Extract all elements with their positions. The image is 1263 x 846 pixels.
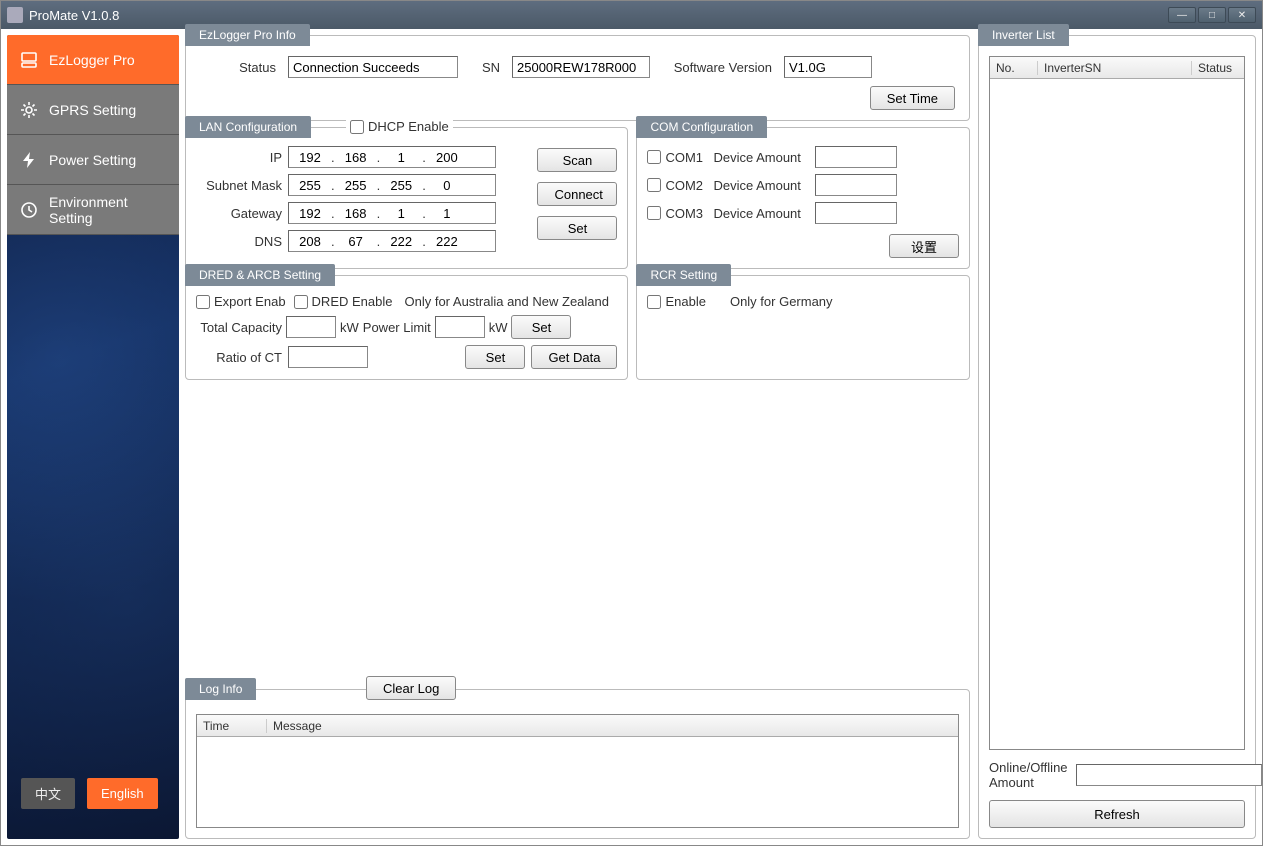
window-title: ProMate V1.0.8: [29, 8, 1168, 23]
inv-col-sn: InverterSN: [1038, 61, 1192, 75]
rcr-note: Only for Germany: [730, 294, 833, 309]
com1-checkbox[interactable]: COM1: [647, 150, 707, 165]
sidebar-item-label: Environment Setting: [49, 194, 167, 226]
dred-group: DRED & ARCB Setting Export Enab DRED Ena…: [185, 275, 628, 380]
rcr-group: RCR Setting Enable Only for Germany: [636, 275, 970, 380]
gateway-label: Gateway: [196, 206, 282, 221]
dhcp-checkbox[interactable]: DHCP Enable: [350, 119, 449, 134]
com2-amount-label: Device Amount: [713, 178, 809, 193]
bolt-icon: [19, 150, 39, 170]
maximize-button[interactable]: □: [1198, 7, 1226, 23]
com1-amount-input[interactable]: [815, 146, 897, 168]
device-icon: [19, 50, 39, 70]
status-field[interactable]: [288, 56, 458, 78]
ip-input[interactable]: ...: [288, 146, 496, 168]
lang-cn-button[interactable]: 中文: [21, 778, 75, 809]
com-set-button[interactable]: 设置: [889, 234, 959, 258]
dred-note: Only for Australia and New Zealand: [404, 294, 609, 309]
clear-log-button[interactable]: Clear Log: [366, 676, 456, 700]
com3-checkbox[interactable]: COM3: [647, 206, 707, 221]
inverter-legend: Inverter List: [978, 24, 1069, 46]
minimize-button[interactable]: —: [1168, 7, 1196, 23]
ratio-ct-label: Ratio of CT: [196, 350, 282, 365]
com3-amount-label: Device Amount: [713, 206, 809, 221]
online-offline-label: Online/Offline Amount: [989, 760, 1068, 790]
total-capacity-label: Total Capacity: [196, 320, 282, 335]
connect-button[interactable]: Connect: [537, 182, 617, 206]
lan-legend: LAN Configuration: [185, 116, 311, 138]
sidebar-item-power[interactable]: Power Setting: [7, 135, 179, 185]
gear-icon: [19, 100, 39, 120]
dns-input[interactable]: ...: [288, 230, 496, 252]
gateway-input[interactable]: ...: [288, 202, 496, 224]
inverter-group: Inverter List No. InverterSN Status Onli…: [978, 35, 1256, 839]
dred-enable-checkbox[interactable]: DRED Enable: [294, 294, 393, 309]
set-time-button[interactable]: Set Time: [870, 86, 955, 110]
info-group: EzLogger Pro Info Status SN Software Ver…: [185, 35, 970, 121]
sidebar-item-ezlogger[interactable]: EzLogger Pro: [7, 35, 179, 85]
sidebar-item-label: GPRS Setting: [49, 102, 136, 118]
rcr-legend: RCR Setting: [636, 264, 731, 286]
sn-field[interactable]: [512, 56, 650, 78]
status-label: Status: [196, 60, 276, 75]
lan-set-button[interactable]: Set: [537, 216, 617, 240]
com1-amount-label: Device Amount: [713, 150, 809, 165]
refresh-button[interactable]: Refresh: [989, 800, 1245, 828]
sidebar-item-label: Power Setting: [49, 152, 136, 168]
dred-set2-button[interactable]: Set: [465, 345, 525, 369]
sw-label: Software Version: [662, 60, 772, 75]
log-col-message: Message: [267, 719, 958, 733]
dred-legend: DRED & ARCB Setting: [185, 264, 335, 286]
com2-amount-input[interactable]: [815, 174, 897, 196]
com3-amount-input[interactable]: [815, 202, 897, 224]
inverter-body[interactable]: [990, 79, 1244, 749]
com-group: COM Configuration COM1 Device Amount COM…: [636, 127, 970, 269]
com2-checkbox[interactable]: COM2: [647, 178, 707, 193]
sidebar: EzLogger Pro GPRS Setting Power Setting …: [7, 35, 179, 839]
subnet-input[interactable]: ...: [288, 174, 496, 196]
lang-en-button[interactable]: English: [87, 778, 158, 809]
info-legend: EzLogger Pro Info: [185, 24, 310, 46]
com-legend: COM Configuration: [636, 116, 767, 138]
get-data-button[interactable]: Get Data: [531, 345, 617, 369]
export-enable-checkbox[interactable]: Export Enab: [196, 294, 286, 309]
clock-icon: [19, 200, 39, 220]
rcr-enable-checkbox[interactable]: Enable: [647, 294, 705, 309]
log-body[interactable]: [197, 737, 958, 827]
ip-label: IP: [196, 150, 282, 165]
dns-label: DNS: [196, 234, 282, 249]
total-capacity-input[interactable]: [286, 316, 336, 338]
dred-set-button[interactable]: Set: [511, 315, 571, 339]
close-button[interactable]: ✕: [1228, 7, 1256, 23]
lan-group: LAN Configuration DHCP Enable IP: [185, 127, 628, 269]
log-group: Log Info Clear Log Time Message: [185, 689, 970, 839]
sn-label: SN: [470, 60, 500, 75]
inv-col-no: No.: [990, 61, 1038, 75]
sidebar-item-gprs[interactable]: GPRS Setting: [7, 85, 179, 135]
inverter-table: No. InverterSN Status: [989, 56, 1245, 750]
log-table: Time Message: [196, 714, 959, 828]
subnet-label: Subnet Mask: [196, 178, 282, 193]
log-col-time: Time: [197, 719, 267, 733]
ratio-ct-input[interactable]: [288, 346, 368, 368]
log-legend: Log Info: [185, 678, 256, 700]
sidebar-item-environment[interactable]: Environment Setting: [7, 185, 179, 235]
sw-field[interactable]: [784, 56, 872, 78]
sidebar-item-label: EzLogger Pro: [49, 52, 135, 68]
power-limit-label: Power Limit: [363, 320, 431, 335]
scan-button[interactable]: Scan: [537, 148, 617, 172]
online-offline-input[interactable]: [1076, 764, 1262, 786]
inv-col-status: Status: [1192, 61, 1244, 75]
app-icon: [7, 7, 23, 23]
power-limit-input[interactable]: [435, 316, 485, 338]
